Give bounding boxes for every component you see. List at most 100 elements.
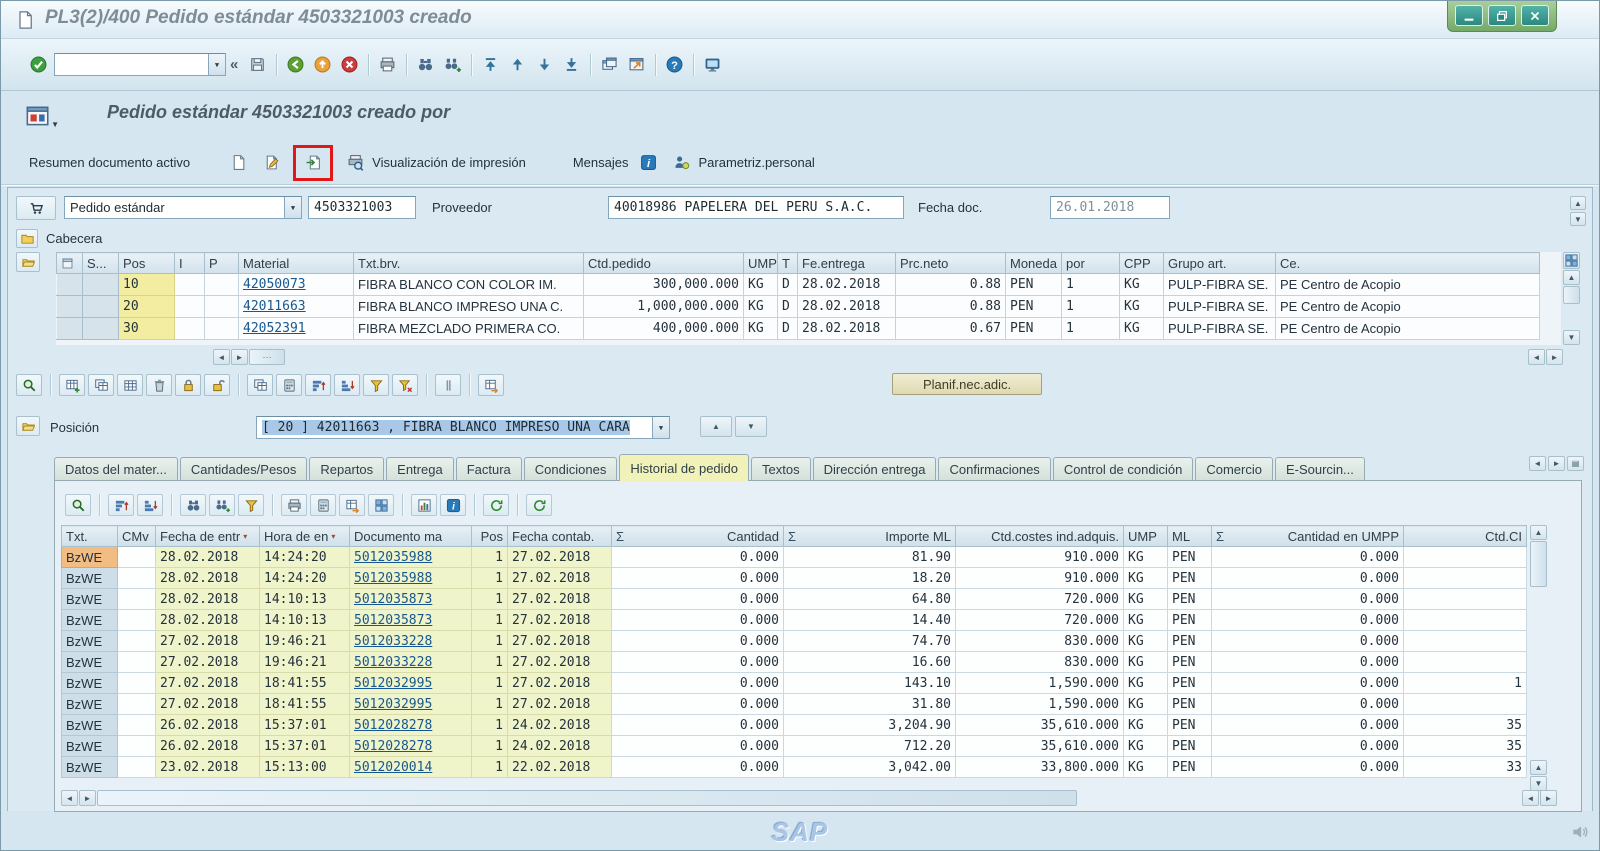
history-column-header[interactable]: CMv (117, 525, 156, 547)
scrollbar-thumb[interactable]: ··· (249, 349, 285, 365)
history-column-header[interactable]: UMP (1123, 525, 1168, 547)
command-field[interactable]: ▼ (54, 53, 226, 76)
vendor-field[interactable]: 40018986 PAPELERA DEL PERU S.A.C. (608, 196, 904, 219)
info-icon[interactable]: i (440, 494, 466, 516)
enter-icon[interactable] (25, 53, 52, 77)
items-column-header[interactable]: Fe.entrega (797, 252, 896, 274)
history-column-header[interactable]: Documento ma (349, 525, 472, 547)
tab-cantidades-pesos[interactable]: Cantidades/Pesos (179, 457, 308, 481)
export-calc-icon[interactable] (310, 494, 336, 516)
order-type-dropdown-icon[interactable]: ▼ (284, 197, 301, 218)
tab-condiciones[interactable]: Condiciones (523, 457, 618, 481)
other-purchase-document-icon[interactable] (300, 151, 326, 175)
export-file-icon[interactable] (339, 494, 365, 516)
sortdesc-icon[interactable] (137, 494, 163, 516)
print-icon[interactable] (374, 53, 401, 77)
document-overview-icon[interactable]: ▼ (25, 101, 59, 129)
items-column-header[interactable]: Material (238, 252, 354, 274)
tab-textos[interactable]: Textos (751, 457, 811, 481)
print-icon[interactable] (281, 494, 307, 516)
select-all-icon[interactable] (56, 252, 83, 274)
collapse-items-icon[interactable] (16, 252, 40, 272)
cancel-icon[interactable] (336, 53, 363, 77)
order-number-field[interactable]: 4503321003 (308, 196, 416, 219)
tab-e-sourcin[interactable]: E-Sourcin... (1274, 457, 1365, 481)
scrollbar-thumb[interactable] (1563, 286, 1580, 304)
history-cell[interactable]: 5012033228 (349, 630, 472, 652)
sortasc-icon[interactable] (108, 494, 134, 516)
scroll-up-icon[interactable]: ▲ (1563, 270, 1580, 285)
prev-page-icon[interactable] (504, 53, 531, 77)
items-column-header[interactable]: T (777, 252, 798, 274)
history-cell[interactable]: 5012032995 (349, 672, 472, 694)
material-document-link[interactable]: 5012020014 (354, 760, 432, 775)
scroll-right-icon[interactable]: ► (1546, 349, 1563, 365)
back-icon[interactable] (282, 53, 309, 77)
material-document-link[interactable]: 5012032995 (354, 697, 432, 712)
history-column-header[interactable]: Hora de en ▾ (259, 525, 350, 547)
scroll-down-icon[interactable]: ▼ (1563, 330, 1580, 345)
items-column-header[interactable]: Ce. (1275, 252, 1540, 274)
personal-settings-button[interactable]: Parametriz.personal (668, 151, 815, 175)
new-session-icon[interactable] (596, 53, 623, 77)
help-icon[interactable]: ? (661, 53, 688, 77)
scroll-down-icon[interactable]: ▼ (1570, 212, 1586, 226)
items-column-header[interactable]: Ctd.pedido (583, 252, 744, 274)
row-select-cell[interactable] (56, 317, 83, 340)
calc-icon[interactable] (276, 374, 302, 396)
magnifier-icon[interactable] (16, 374, 42, 396)
tab-scroll-left-icon[interactable]: ◄ (1529, 456, 1546, 471)
sortasc-icon[interactable] (305, 374, 331, 396)
scroll-left-icon[interactable]: ◄ (61, 790, 78, 806)
material-link[interactable]: 42011663 (243, 299, 306, 314)
order-type-select[interactable]: Pedido estándar ▼ (64, 196, 302, 219)
items-cell-material[interactable]: 42052391 (238, 317, 354, 340)
material-document-link[interactable]: 5012032995 (354, 676, 432, 691)
material-document-link[interactable]: 5012033228 (354, 655, 432, 670)
tab-scroll-right-icon[interactable]: ► (1548, 456, 1565, 471)
scroll-down-icon[interactable]: ▼ (1530, 776, 1547, 791)
table-icon[interactable] (117, 374, 143, 396)
items-column-header[interactable]: CPP (1119, 252, 1164, 274)
collapse-toolbar-icon[interactable]: « (230, 56, 238, 73)
history-cell[interactable]: 5012035988 (349, 546, 472, 568)
trash-icon[interactable] (146, 374, 172, 396)
table-copy-icon[interactable] (88, 374, 114, 396)
history-cell[interactable]: 5012033228 (349, 651, 472, 673)
print-preview-button[interactable]: Visualización de impresión (342, 151, 526, 175)
collapse-position-icon[interactable] (16, 416, 40, 436)
info-icon[interactable]: i (635, 151, 661, 175)
history-column-header[interactable]: ML (1167, 525, 1212, 547)
command-field-dropdown-icon[interactable]: ▼ (208, 54, 225, 75)
history-cell[interactable]: 5012028278 (349, 714, 472, 736)
details-icon[interactable] (65, 494, 91, 516)
filter-icon[interactable] (363, 374, 389, 396)
refresh-icon[interactable] (526, 494, 552, 516)
tab-confirmaciones[interactable]: Confirmaciones (938, 457, 1051, 481)
history-column-header[interactable]: Fecha contab. (507, 525, 612, 547)
history-column-header[interactable]: Ctd.CI (1403, 525, 1527, 547)
find-next-icon[interactable] (209, 494, 235, 516)
items-column-header[interactable]: Grupo art. (1163, 252, 1276, 274)
material-document-link[interactable]: 5012035988 (354, 571, 432, 586)
views-icon[interactable] (368, 494, 394, 516)
history-column-header[interactable]: Σ Cantidad en UMPP (1211, 525, 1404, 547)
create-document-icon[interactable] (225, 151, 251, 175)
history-column-header[interactable]: Σ Importe ML (783, 525, 956, 547)
history-column-header[interactable]: Ctd.costes ind.adquis. (955, 525, 1124, 547)
position-select[interactable]: [ 20 ] 42011663 , FIBRA BLANCO IMPRESO U… (256, 416, 670, 439)
system-menu-icon[interactable] (15, 10, 35, 30)
items-column-header[interactable]: Pos (118, 252, 175, 274)
find-next-icon[interactable] (439, 53, 466, 77)
save-icon[interactable] (244, 53, 271, 77)
items-column-header[interactable]: Prc.neto (895, 252, 1006, 274)
scroll-right-icon[interactable]: ► (231, 349, 248, 365)
history-column-header[interactable]: Fecha de entr ▾ (155, 525, 260, 547)
scrollbar-thumb[interactable] (97, 790, 1077, 806)
close-button[interactable] (1521, 5, 1549, 26)
planif-nec-adic-button[interactable]: Planif.nec.adic. (892, 373, 1043, 395)
material-link[interactable]: 42050073 (243, 277, 306, 292)
create-shortcut-icon[interactable] (623, 53, 650, 77)
history-cell[interactable]: 5012028278 (349, 735, 472, 757)
tab-overview-icon[interactable]: ▤ (1567, 456, 1584, 471)
